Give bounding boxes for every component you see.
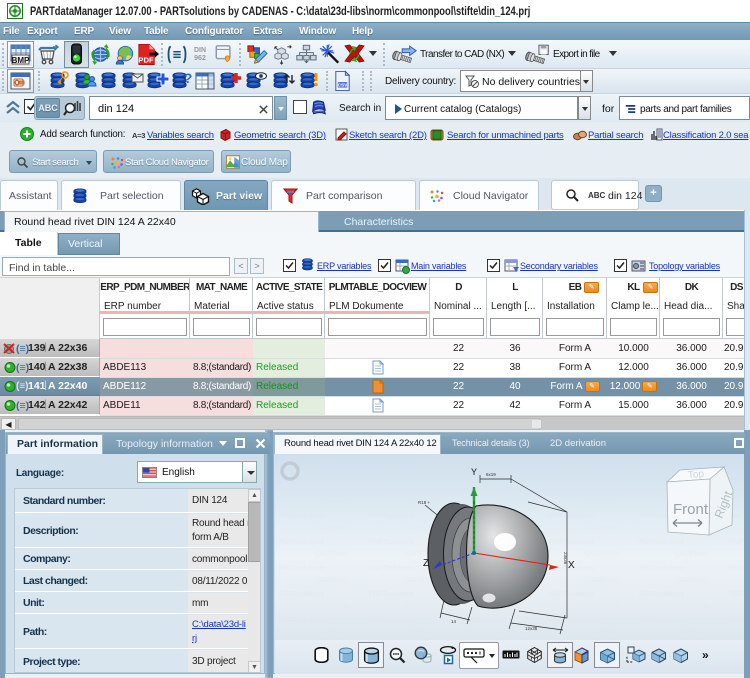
svg-text:Front: Front [673, 501, 709, 518]
svg-text:Z: Z [423, 558, 429, 569]
svg-text:Y: Y [471, 467, 477, 477]
svg-text:X: X [568, 560, 575, 571]
svg-text:Top: Top [687, 469, 705, 482]
svg-text:CSV: CSV [338, 83, 349, 89]
svg-text:14: 14 [451, 619, 457, 624]
svg-text:?: ? [184, 71, 193, 86]
svg-text:BMP: BMP [12, 56, 30, 65]
svg-text:PDF: PDF [138, 56, 154, 65]
svg-text:12x36: 12x36 [525, 626, 538, 631]
svg-text:6x19: 6x19 [486, 472, 496, 477]
svg-text:R18 +: R18 + [418, 500, 431, 505]
